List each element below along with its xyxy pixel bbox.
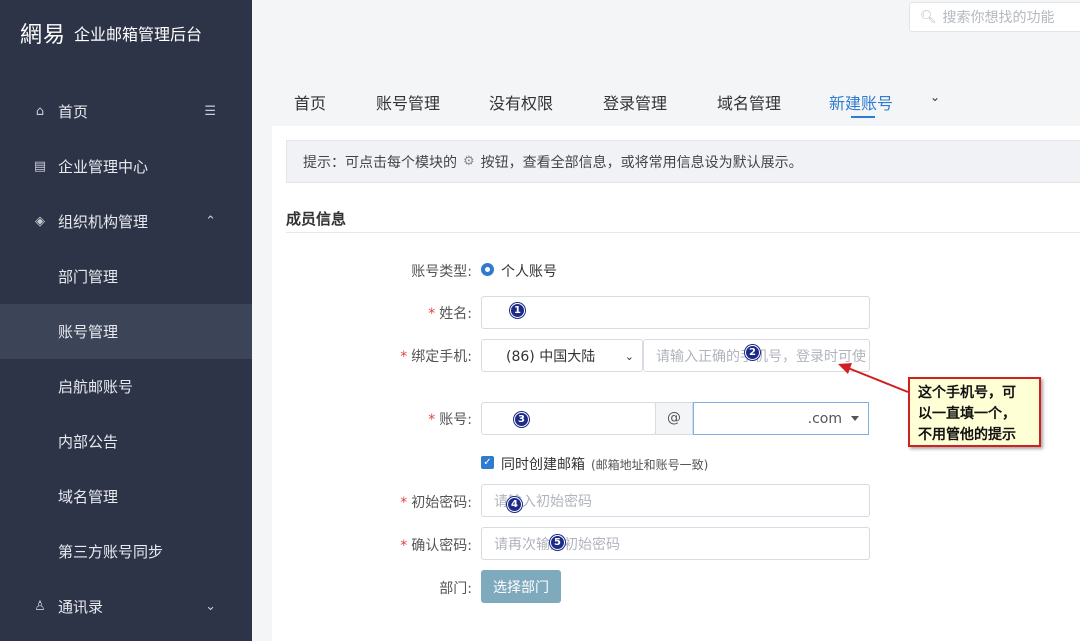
annotation-callout: 这个手机号，可 以一直填一个， 不用管他的提示 — [908, 377, 1041, 447]
netease-logo: 網易 — [20, 22, 67, 48]
name-label: * 姓名: — [428, 306, 472, 322]
tab-new-account[interactable]: 新建账号 — [829, 90, 893, 114]
sidebar-item-label: 企业管理中心 — [58, 158, 149, 176]
tabs-more-chevron-icon[interactable]: ⌄ — [930, 90, 940, 104]
phone-label-text: 绑定手机: — [411, 349, 472, 365]
create-mailbox-checkbox[interactable]: ✓ — [481, 456, 494, 469]
annotation-badge-1: 1 — [510, 303, 525, 318]
tip-banner: 提示：可点击每个模块的 ⚙ 按钮，查看全部信息，或将常用信息设为默认展示。 — [286, 140, 1080, 183]
account-label-text: 账号: — [439, 412, 472, 428]
sidebar-item-label: 部门管理 — [58, 268, 119, 286]
sidebar-item-announcement[interactable]: 内部公告 — [0, 414, 252, 469]
sidebar-item-label: 首页 — [58, 103, 89, 121]
sidebar-item-label: 通讯录 — [58, 598, 104, 616]
collapse-icon[interactable]: ☰ — [204, 104, 216, 119]
password-label-text: 初始密码: — [411, 495, 472, 511]
callout-line-2: 以一直填一个， — [918, 406, 1016, 422]
home-icon: ⌂ — [35, 104, 45, 119]
password-label: * 初始密码: — [400, 495, 472, 511]
sidebar-item-third-party-sync[interactable]: 第三方账号同步 — [0, 524, 252, 579]
sidebar-item-account-management[interactable]: 账号管理 — [0, 304, 252, 359]
topbar: 🔍︎ 搜索你想找的功能 — [252, 0, 1080, 50]
tab-account-management[interactable]: 账号管理 — [376, 90, 440, 114]
building-icon: ▤ — [33, 159, 47, 174]
annotation-badge-4: 4 — [507, 497, 522, 512]
sidebar-item-label: 启航邮账号 — [58, 378, 134, 396]
account-type-label: 账号类型: — [272, 261, 472, 281]
section-title: 成员信息 — [286, 210, 347, 228]
callout-line-3: 不用管他的提示 — [918, 427, 1016, 443]
chevron-down-icon: ⌄ — [205, 599, 216, 614]
brand: 網易 企业邮箱管理后台 — [0, 0, 252, 65]
confirm-password-field[interactable]: 请再次输入初始密码 — [481, 527, 870, 560]
app-title: 企业邮箱管理后台 — [74, 24, 203, 44]
sidebar-item-qihang-account[interactable]: 启航邮账号 — [0, 359, 252, 414]
tip-prefix: 提示：可点击每个模块的 — [303, 154, 457, 171]
sidebar-item-label: 第三方账号同步 — [58, 543, 164, 561]
at-symbol: @ — [655, 402, 693, 435]
phone-label: * 绑定手机: — [400, 349, 472, 365]
sidebar-item-enterprise-center[interactable]: ▤ 企业管理中心 — [0, 139, 252, 194]
tab-home[interactable]: 首页 — [294, 90, 326, 114]
search-placeholder: 搜索你想找的功能 — [942, 10, 1055, 26]
name-field[interactable] — [481, 296, 870, 329]
dept-label-text: 部门: — [439, 581, 472, 597]
phone-country-value: (86) 中国大陆 — [506, 348, 596, 365]
sidebar-item-label: 账号管理 — [58, 323, 119, 341]
phone-country-select[interactable]: (86) 中国大陆 ⌄ — [481, 339, 643, 372]
sidebar-item-home[interactable]: ⌂ 首页 ☰ — [0, 84, 252, 139]
callout-line-1: 这个手机号，可 — [918, 385, 1016, 401]
confirm-password-label: * 确认密码: — [400, 538, 472, 554]
caret-down-icon — [851, 416, 859, 421]
annotation-badge-2: 2 — [745, 345, 760, 360]
layers-icon: ◈ — [35, 214, 45, 229]
domain-select[interactable]: .com — [693, 402, 869, 435]
divider — [286, 232, 1080, 233]
tab-no-permission[interactable]: 没有权限 — [489, 90, 553, 114]
create-mailbox-text: 同时创建邮箱 — [501, 457, 585, 473]
confirm-password-label-text: 确认密码: — [411, 538, 472, 554]
annotation-badge-3: 3 — [514, 412, 529, 427]
tab-login-management[interactable]: 登录管理 — [603, 90, 667, 114]
sidebar-item-label: 域名管理 — [58, 488, 119, 506]
create-mailbox-label: 同时创建邮箱 (邮箱地址和账号一致) — [501, 454, 708, 474]
sidebar: 網易 企业邮箱管理后台 ⌂ 首页 ☰ ▤ 企业管理中心 ◈ 组织机构管理 ⌃ 部… — [0, 0, 252, 641]
tab-bar: 首页 账号管理 没有权限 登录管理 域名管理 新建账号 ⌄ — [252, 50, 1080, 126]
chevron-up-icon: ⌃ — [205, 214, 216, 229]
select-department-button[interactable]: 选择部门 — [481, 570, 561, 603]
sidebar-item-org-management[interactable]: ◈ 组织机构管理 ⌃ — [0, 194, 252, 249]
create-mailbox-hint: (邮箱地址和账号一致) — [591, 458, 709, 472]
sidebar-nav: ⌂ 首页 ☰ ▤ 企业管理中心 ◈ 组织机构管理 ⌃ 部门管理 账号管理 启航邮… — [0, 84, 252, 634]
sidebar-item-dept-management[interactable]: 部门管理 — [0, 249, 252, 304]
personal-account-radio[interactable] — [481, 263, 494, 276]
account-field[interactable] — [481, 402, 656, 435]
tip-suffix: 按钮，查看全部信息，或将常用信息设为默认展示。 — [480, 154, 803, 171]
account-label: * 账号: — [428, 412, 472, 428]
active-tab-indicator — [851, 116, 875, 118]
dept-label: 部门: — [272, 578, 472, 598]
user-icon: ♙ — [34, 599, 46, 614]
domain-suffix: .com — [807, 410, 842, 427]
name-label-text: 姓名: — [439, 306, 472, 322]
account-type-label-text: 账号类型: — [411, 264, 472, 280]
sidebar-item-label: 内部公告 — [58, 433, 119, 451]
sidebar-item-label: 组织机构管理 — [58, 213, 149, 231]
search-input[interactable]: 🔍︎ 搜索你想找的功能 — [909, 2, 1080, 32]
tab-domain-management[interactable]: 域名管理 — [717, 90, 781, 114]
gear-icon: ⚙ — [463, 154, 475, 169]
phone-placeholder: 请输入正确的手机号，登录时可使 — [656, 348, 866, 365]
personal-account-label: 个人账号 — [501, 264, 557, 280]
annotation-badge-5: 5 — [550, 535, 565, 550]
sidebar-item-domain-management[interactable]: 域名管理 — [0, 469, 252, 524]
password-field[interactable]: 请输入初始密码 — [481, 484, 870, 517]
chevron-down-icon: ⌄ — [624, 350, 634, 363]
search-icon: 🔍︎ — [920, 9, 937, 25]
sidebar-item-contacts[interactable]: ♙ 通讯录 ⌄ — [0, 579, 252, 634]
